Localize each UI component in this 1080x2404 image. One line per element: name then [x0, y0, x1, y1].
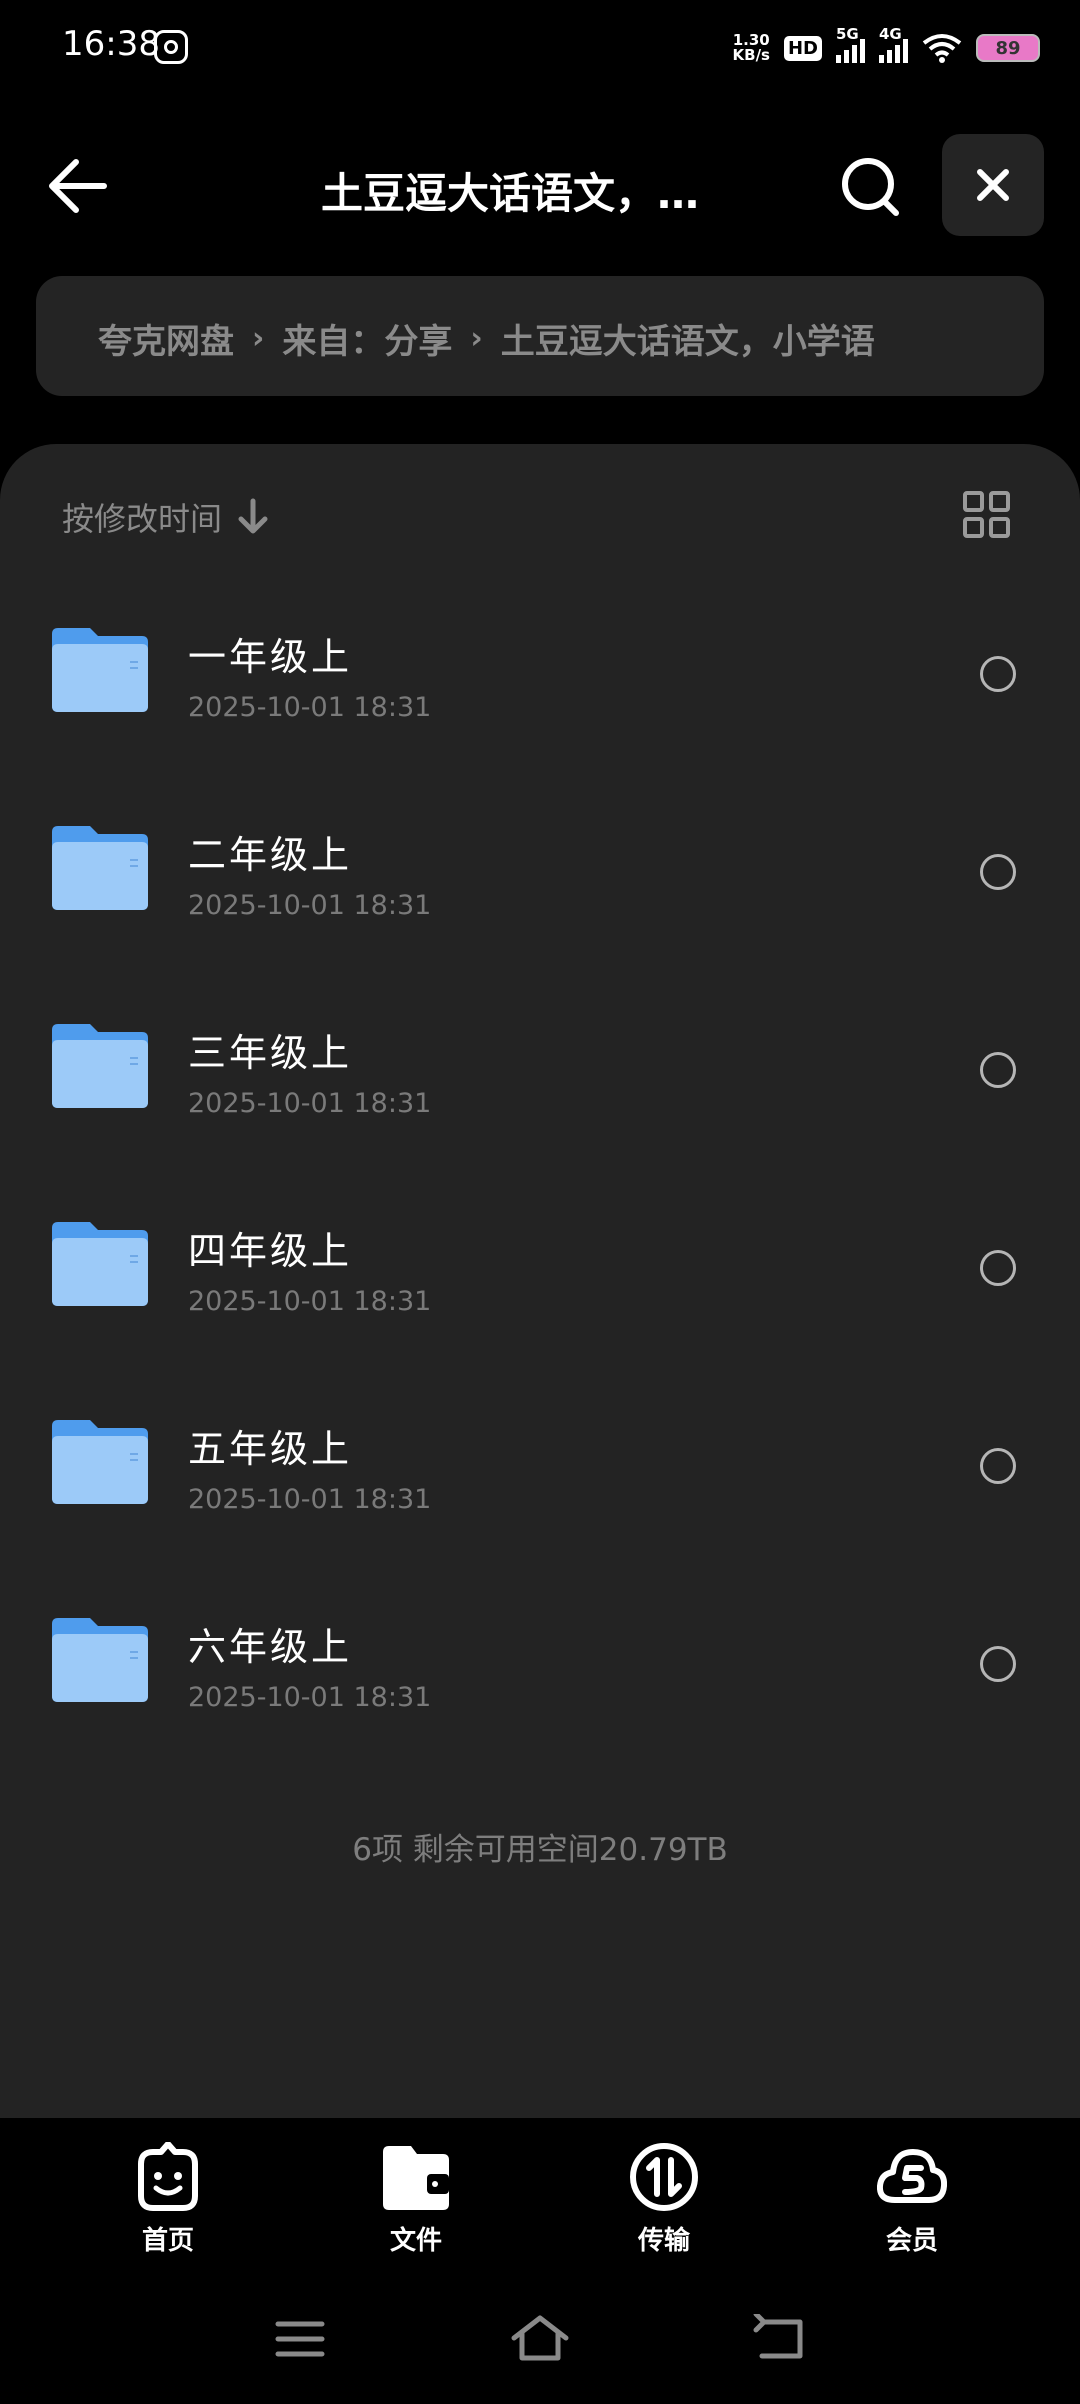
- nav-files[interactable]: 文件: [346, 2142, 486, 2257]
- nav-transfer[interactable]: 传输: [594, 2142, 734, 2257]
- file-date: 2025-10-01 18:31: [188, 1286, 432, 1317]
- hd-voice-icon: HD: [783, 35, 822, 61]
- select-radio[interactable]: [980, 854, 1016, 890]
- select-radio[interactable]: [980, 1646, 1016, 1682]
- file-row[interactable]: 一年级上 2025-10-01 18:31: [0, 594, 1080, 792]
- app-notification-icon: [154, 30, 188, 64]
- file-row[interactable]: 五年级上 2025-10-01 18:31: [0, 1386, 1080, 1584]
- file-date: 2025-10-01 18:31: [188, 1088, 432, 1119]
- file-row[interactable]: 三年级上 2025-10-01 18:31: [0, 990, 1080, 1188]
- file-date: 2025-10-01 18:31: [188, 1682, 432, 1713]
- status-bar: 16:38 1.30 KB/s HD 5G 4G 89: [0, 0, 1080, 96]
- back-arrow-icon[interactable]: [42, 154, 118, 218]
- file-name: 四年级上: [188, 1229, 353, 1273]
- arrow-down-icon: [238, 498, 268, 534]
- breadcrumb: 夸克网盘 › 来自：分享 › 土豆逗大话语文，小学语: [36, 276, 1044, 396]
- system-nav: [0, 2258, 1080, 2404]
- transfer-icon: [630, 2143, 698, 2211]
- sort-label: 按修改时间: [62, 500, 223, 538]
- breadcrumb-item-root[interactable]: 夸克网盘: [98, 314, 234, 363]
- file-row[interactable]: 六年级上 2025-10-01 18:31: [0, 1584, 1080, 1782]
- nav-home[interactable]: 首页: [98, 2141, 238, 2257]
- menu-icon[interactable]: [270, 2314, 330, 2364]
- back-icon[interactable]: [750, 2314, 810, 2364]
- home-icon[interactable]: [510, 2314, 570, 2364]
- storage-summary: 6项 剩余可用空间20.79TB: [352, 1832, 728, 1868]
- signal-5g-icon: 5G: [836, 25, 865, 63]
- network-speed: 1.30 KB/s: [732, 31, 770, 64]
- folder-icon: [52, 628, 148, 712]
- grid-view-icon[interactable]: [962, 490, 1012, 540]
- select-radio[interactable]: [980, 1052, 1016, 1088]
- wifi-icon: [922, 34, 962, 63]
- status-time: 16:38: [62, 24, 160, 64]
- file-date: 2025-10-01 18:31: [188, 1484, 432, 1515]
- folder-icon: [52, 1222, 148, 1306]
- file-name: 三年级上: [188, 1031, 353, 1075]
- sort-button[interactable]: 按修改时间: [62, 494, 270, 540]
- file-list: 一年级上 2025-10-01 18:31 二年级上 2025-10-01 18:31…: [0, 594, 1080, 1782]
- battery-icon: 89: [976, 34, 1040, 62]
- close-button[interactable]: [942, 134, 1044, 236]
- file-row[interactable]: 二年级上 2025-10-01 18:31: [0, 792, 1080, 990]
- file-panel: 按修改时间 一年级上 2025-10-01 18:31 二年级上 2025-10-01…: [0, 444, 1080, 2118]
- breadcrumb-item-current: 土豆逗大话语文，小学语: [500, 322, 875, 362]
- file-name: 二年级上: [188, 833, 353, 877]
- folder-icon: [383, 2146, 449, 2210]
- smile-face-icon: [138, 2141, 198, 2211]
- top-bar: 土豆逗大话语文，…: [0, 134, 1080, 238]
- select-radio[interactable]: [980, 1448, 1016, 1484]
- folder-icon: [52, 1618, 148, 1702]
- page-title: 土豆逗大话语文，…: [320, 169, 699, 218]
- folder-icon: [52, 1420, 148, 1504]
- chevron-right-icon: ›: [252, 321, 265, 356]
- file-date: 2025-10-01 18:31: [188, 692, 432, 723]
- signal-4g-icon: 4G: [879, 25, 908, 63]
- folder-icon: [52, 1024, 148, 1108]
- select-radio[interactable]: [980, 1250, 1016, 1286]
- chevron-right-icon: ›: [470, 321, 483, 356]
- search-icon[interactable]: [838, 154, 904, 220]
- bottom-nav: 首页 文件 传输 会员: [0, 2118, 1080, 2258]
- file-name: 一年级上: [188, 635, 353, 679]
- folder-icon: [52, 826, 148, 910]
- nav-vip[interactable]: 会员: [842, 2142, 982, 2257]
- status-indicators: 1.30 KB/s HD 5G 4G 89: [732, 25, 1040, 68]
- select-radio[interactable]: [980, 656, 1016, 692]
- close-icon: [977, 169, 1009, 201]
- breadcrumb-item-share[interactable]: 来自：分享: [282, 314, 452, 363]
- file-name: 五年级上: [188, 1427, 353, 1471]
- file-name: 六年级上: [188, 1625, 353, 1669]
- file-date: 2025-10-01 18:31: [188, 890, 432, 921]
- file-row[interactable]: 四年级上 2025-10-01 18:31: [0, 1188, 1080, 1386]
- cloud-s-icon: [876, 2149, 948, 2203]
